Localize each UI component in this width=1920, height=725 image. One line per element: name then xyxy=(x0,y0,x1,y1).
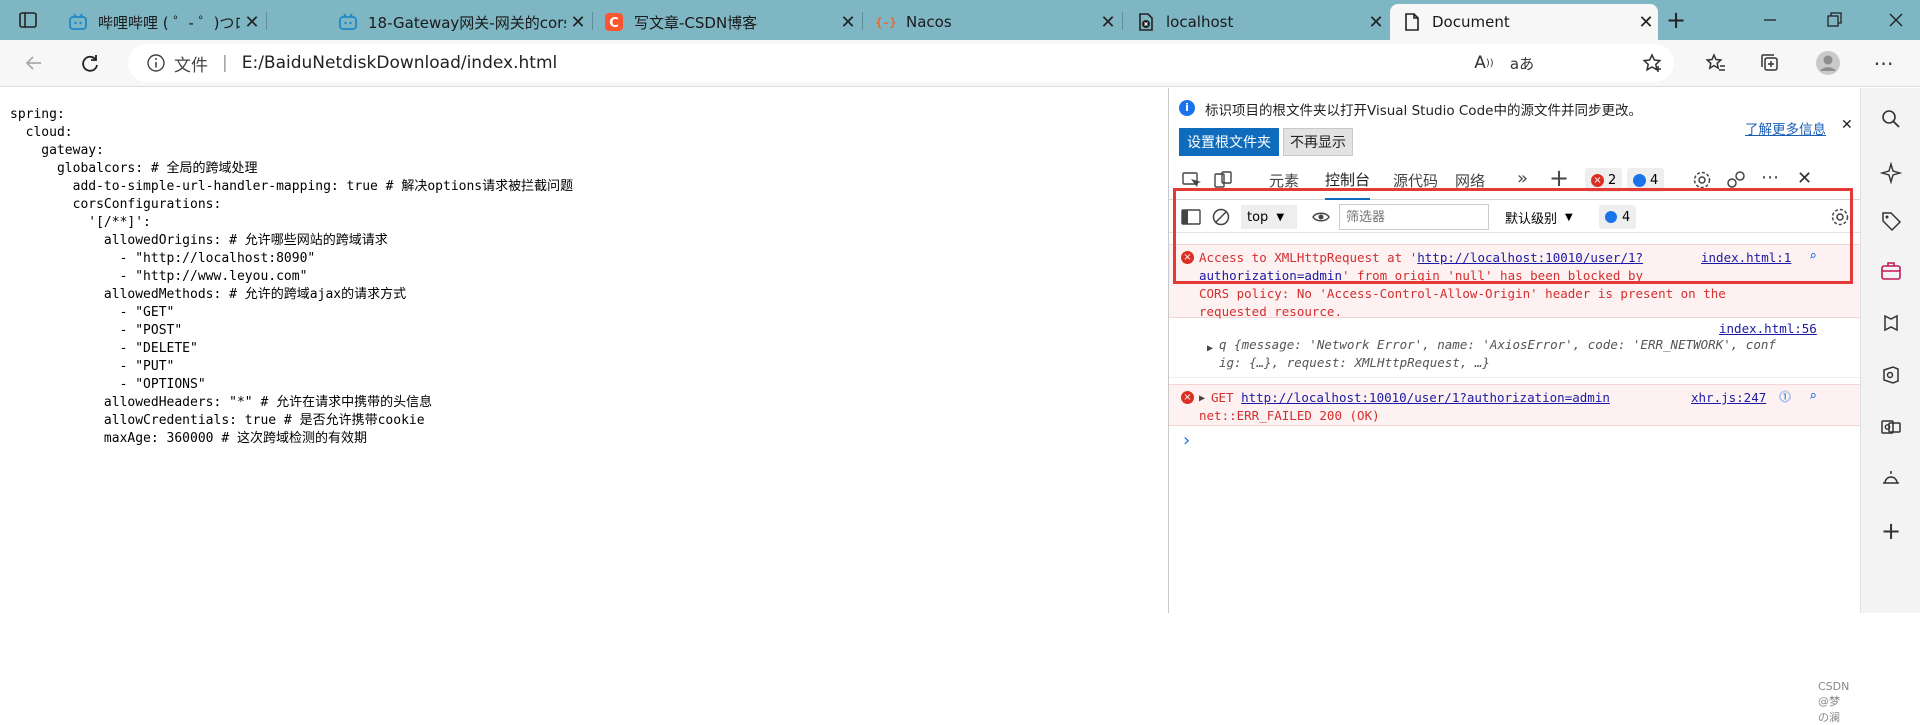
yaml-config-text: spring: cloud: gateway: globalcors: # 全局… xyxy=(10,107,574,446)
address-divider: | xyxy=(222,53,228,73)
search-icon[interactable]: ⌕ xyxy=(1809,388,1817,406)
message-count: 4 xyxy=(1650,172,1659,188)
tab-title: 哔哩哔哩 ( ゜- ゜)つロ 干杯~ xyxy=(98,13,240,32)
localhost-icon xyxy=(1136,12,1156,32)
message-icon xyxy=(1633,173,1646,187)
tools-briefcase-icon[interactable] xyxy=(1878,258,1904,284)
tab-title: Document xyxy=(1432,13,1510,31)
add-favorite-icon[interactable] xyxy=(1634,45,1670,81)
http-method: GET xyxy=(1211,390,1234,405)
info-icon: i xyxy=(1179,100,1195,116)
tab-gateway-video[interactable]: 18-Gateway网关-网关的cors ✕ xyxy=(328,4,590,40)
tab-separator xyxy=(862,12,863,30)
bilibili-icon xyxy=(338,12,358,32)
csdn-icon: C xyxy=(604,12,624,32)
devtools-panel: i 标识项目的根文件夹以打开Visual Studio Code中的源文件并同步… xyxy=(1168,88,1861,613)
tab-separator xyxy=(266,12,267,30)
more-menu-icon[interactable]: ⋯ xyxy=(1866,45,1902,81)
info-icon[interactable] xyxy=(146,53,166,73)
axios-error-line-2: ig: {…}, request: XMLHttpRequest, …} xyxy=(1219,355,1490,370)
games-icon[interactable] xyxy=(1878,310,1904,336)
tab-title: 写文章-CSDN博客 xyxy=(634,13,758,32)
translate-icon[interactable]: aあ xyxy=(1504,45,1540,81)
tab-strip: 哔哩哔哩 ( ゜- ゜)つロ 干杯~ ✕ 18-Gateway网关-网关的cor… xyxy=(0,0,1920,40)
devtools-more-icon[interactable]: ⋯ xyxy=(1761,167,1779,188)
copilot-sparkle-icon[interactable] xyxy=(1878,160,1904,186)
close-icon[interactable]: ✕ xyxy=(836,12,860,33)
page-content: spring: cloud: gateway: globalcors: # 全局… xyxy=(0,88,1849,724)
close-icon[interactable]: ✕ xyxy=(1634,12,1658,33)
close-icon[interactable]: ✕ xyxy=(240,12,264,33)
microsoft-365-icon[interactable] xyxy=(1878,362,1904,388)
tab-title: localhost xyxy=(1166,13,1234,31)
request-initiator-icon[interactable]: ⓵ xyxy=(1779,388,1791,406)
console-prompt[interactable]: › xyxy=(1183,430,1190,451)
svg-text:{-}: {-} xyxy=(876,16,896,30)
axios-error-line-1: q {message: 'Network Error', name: 'Axio… xyxy=(1219,337,1776,352)
tab-csdn[interactable]: C 写文章-CSDN博客 ✕ xyxy=(594,4,860,40)
tab-actions-icon[interactable] xyxy=(18,10,38,30)
shopping-tag-icon[interactable] xyxy=(1878,208,1904,234)
infobar-message: 标识项目的根文件夹以打开Visual Studio Code中的源文件并同步更改… xyxy=(1205,103,1642,119)
tab-localhost[interactable]: localhost ✕ xyxy=(1124,4,1388,40)
minimize-icon[interactable] xyxy=(1760,10,1780,30)
console-log-axios-error[interactable]: index.html:56 ▶ q {message: 'Network Err… xyxy=(1169,321,1861,378)
nacos-icon: {-} xyxy=(876,12,896,32)
tab-bilibili-home[interactable]: 哔哩哔哩 ( ゜- ゜)つロ 干杯~ ✕ xyxy=(56,4,264,40)
new-tab-icon[interactable]: + xyxy=(1664,8,1688,32)
error-icon: × xyxy=(1181,391,1194,404)
url-text[interactable]: E:/BaiduNetdiskDownload/index.html xyxy=(242,53,558,73)
set-root-folder-button[interactable]: 设置根文件夹 xyxy=(1179,128,1279,156)
add-sidebar-app-icon[interactable]: + xyxy=(1878,517,1904,545)
dont-show-again-button[interactable]: 不再显示 xyxy=(1283,128,1353,156)
tab-document[interactable]: Document ✕ xyxy=(1390,4,1658,40)
outlook-icon[interactable] xyxy=(1878,414,1904,440)
close-devtools-icon[interactable]: ✕ xyxy=(1797,168,1812,189)
address-bar[interactable]: 文件 | E:/BaiduNetdiskDownload/index.html xyxy=(128,44,1674,82)
tab-title: 18-Gateway网关-网关的cors xyxy=(368,13,566,32)
get-error-line-2: net::ERR_FAILED 200 (OK) xyxy=(1199,408,1380,423)
workspace-infobar: i 标识项目的根文件夹以打开Visual Studio Code中的源文件并同步… xyxy=(1169,88,1861,158)
learn-more-link[interactable]: 了解更多信息 xyxy=(1745,118,1826,138)
error-count: 2 xyxy=(1608,172,1617,188)
favorites-icon[interactable] xyxy=(1698,45,1734,81)
edge-sidebar: + xyxy=(1860,88,1920,613)
console-error-get[interactable]: × ▶ GET http://localhost:10010/user/1?au… xyxy=(1169,384,1861,426)
search-icon[interactable] xyxy=(1878,106,1904,132)
bilibili-icon xyxy=(68,12,88,32)
restore-icon[interactable] xyxy=(1824,10,1844,30)
tab-nacos[interactable]: {-} Nacos ✕ xyxy=(864,4,1120,40)
tab-separator xyxy=(592,12,593,30)
svg-text:C: C xyxy=(609,16,619,31)
back-icon[interactable] xyxy=(16,45,52,81)
navigation-bar: 文件 | E:/BaiduNetdiskDownload/index.html … xyxy=(0,40,1920,87)
cors-error-line-3: CORS policy: No 'Access-Control-Allow-Or… xyxy=(1199,286,1726,301)
tab-title: Nacos xyxy=(906,13,952,31)
drop-icon[interactable] xyxy=(1878,466,1904,492)
close-icon[interactable]: ✕ xyxy=(1096,12,1120,33)
close-icon[interactable]: ✕ xyxy=(1364,12,1388,33)
collections-icon[interactable] xyxy=(1752,45,1788,81)
expand-arrow-icon[interactable]: ▶ xyxy=(1199,390,1205,408)
profile-avatar[interactable] xyxy=(1810,45,1846,81)
tab-separator xyxy=(1122,12,1123,30)
device-emulation-icon[interactable] xyxy=(1213,170,1233,190)
more-tabs-icon[interactable]: » xyxy=(1517,168,1528,189)
highlight-box xyxy=(1173,188,1853,284)
close-infobar-icon[interactable]: ✕ xyxy=(1841,117,1853,133)
refresh-icon[interactable] xyxy=(72,45,108,81)
read-aloud-icon[interactable]: A)) xyxy=(1466,45,1502,81)
expand-arrow-icon[interactable]: ▶ xyxy=(1207,340,1213,358)
get-error-line-1: GET http://localhost:10010/user/1?author… xyxy=(1211,389,1610,407)
watermark: CSDN @梦の澜 xyxy=(1818,680,1850,724)
inspect-element-icon[interactable] xyxy=(1181,170,1201,190)
error-icon: × xyxy=(1591,173,1604,187)
document-icon xyxy=(1402,12,1422,32)
request-url-link[interactable]: http://localhost:10010/user/1?authorizat… xyxy=(1241,390,1610,405)
close-icon[interactable]: ✕ xyxy=(566,12,590,33)
source-link[interactable]: xhr.js:247 xyxy=(1691,389,1766,407)
close-window-icon[interactable] xyxy=(1886,10,1906,30)
cors-error-line-4: requested resource. xyxy=(1199,304,1342,319)
scheme-label: 文件 xyxy=(174,55,208,76)
